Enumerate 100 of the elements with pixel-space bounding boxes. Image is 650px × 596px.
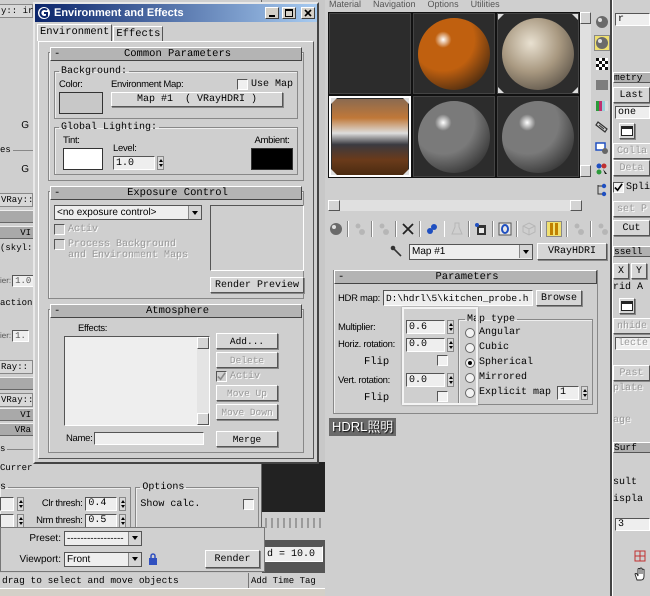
rollout-header[interactable]: - Exposure Control	[50, 186, 302, 200]
rollout-button[interactable]: VRay::	[0, 193, 33, 207]
label: Viewport:	[19, 554, 61, 565]
toolbar-button[interactable]	[594, 140, 610, 156]
number-field[interactable]	[0, 514, 14, 528]
environment-map-button[interactable]: Map #1 ( VRayHDRI )	[111, 92, 283, 107]
number-field[interactable]: 0.0	[406, 373, 446, 388]
name-field[interactable]	[94, 432, 204, 445]
radio-button[interactable]	[465, 372, 475, 382]
rollout-header[interactable]: - Parameters	[334, 270, 597, 284]
checkbox[interactable]	[236, 79, 248, 90]
spinner-button[interactable]	[581, 386, 588, 400]
exposure-dropdown[interactable]: <no exposure control>	[54, 205, 202, 220]
command-button[interactable]: Last	[613, 87, 650, 103]
hdr-path-field[interactable]: D:\hdrl\5\kitchen_probe.h	[382, 290, 533, 306]
spinner-button[interactable]	[447, 320, 454, 334]
spinner-button[interactable]	[157, 156, 164, 170]
number-field[interactable]: 0.4	[85, 496, 118, 510]
tab[interactable]: Effects	[113, 26, 164, 41]
sample-slot[interactable]	[497, 13, 579, 94]
tab[interactable]: Environment	[37, 24, 112, 41]
rollout-header[interactable]: Surf	[613, 442, 650, 453]
number-field[interactable]: 0.5	[85, 514, 118, 528]
scrollbar[interactable]	[197, 337, 209, 425]
command-button[interactable]: Cut	[613, 220, 650, 236]
toolbar-button[interactable]	[594, 56, 610, 72]
number-field[interactable]: 1.	[12, 330, 29, 342]
spinner-button[interactable]	[119, 514, 126, 528]
radio-button[interactable]	[465, 342, 475, 352]
color-swatch[interactable]	[63, 148, 103, 170]
map-type-button[interactable]: VRayHDRI	[537, 243, 607, 260]
toolbar-button[interactable]	[474, 221, 488, 237]
number-field[interactable]: 0.0	[406, 338, 446, 352]
scrollbar[interactable]	[328, 200, 582, 211]
spinner-button[interactable]	[17, 496, 24, 510]
spinner-button[interactable]	[17, 514, 24, 528]
maximize-button[interactable]	[282, 7, 296, 19]
label: Currer	[0, 463, 32, 473]
axis-button[interactable]: X	[613, 263, 629, 279]
toolbar-button[interactable]	[401, 221, 416, 237]
radio-button[interactable]	[465, 358, 475, 368]
effect-button[interactable]: Merge	[216, 431, 278, 447]
text-field[interactable]: one	[615, 106, 650, 119]
scrollbar[interactable]	[580, 12, 591, 177]
group-label: s	[0, 444, 6, 454]
radio-button[interactable]	[465, 388, 475, 398]
collapse-toggle[interactable]: -	[51, 187, 68, 199]
number-field[interactable]	[0, 496, 14, 510]
number-field[interactable]: 0.6	[406, 320, 446, 334]
spinner-button[interactable]	[447, 373, 454, 388]
toolbar-button[interactable]	[498, 221, 512, 237]
checkbox[interactable]	[613, 182, 624, 193]
label: rid A	[613, 282, 644, 293]
rollout-button[interactable]: VRay::	[0, 393, 33, 407]
number-field[interactable]: 1.0	[113, 156, 155, 170]
viewport-dropdown[interactable]: Front	[64, 552, 142, 567]
collapse-toggle[interactable]: -	[51, 305, 68, 317]
checkbox[interactable]	[437, 390, 448, 402]
map-name-dropdown[interactable]: Map #1	[409, 244, 533, 260]
checkbox[interactable]	[243, 499, 254, 510]
rollout-header[interactable]: - Atmosphere	[50, 304, 302, 318]
color-bars-icon	[595, 99, 609, 113]
text-field[interactable]: r	[615, 13, 650, 26]
number-field[interactable]: 1.0	[12, 274, 33, 286]
rollout-button[interactable]: y:: ir	[0, 4, 33, 18]
rollout-header[interactable]: VRa	[0, 423, 33, 436]
render-button[interactable]: Render	[205, 550, 260, 568]
checkbox[interactable]	[437, 355, 448, 366]
render-preview-button[interactable]: Render Preview	[210, 277, 304, 293]
menu-item[interactable]: Navigation	[373, 0, 416, 10]
color-swatch[interactable]	[59, 92, 103, 114]
effect-button[interactable]: Add...	[216, 333, 278, 349]
spinner-button[interactable]	[119, 496, 126, 510]
rollout-header[interactable]: metry	[613, 72, 650, 83]
rollout-header[interactable]	[0, 377, 33, 390]
number-field[interactable]: 1	[557, 386, 579, 400]
rollout-header[interactable]	[0, 210, 33, 223]
color-swatch[interactable]	[251, 148, 293, 170]
minimize-button[interactable]	[265, 7, 279, 19]
label: Nrm thresh:	[36, 515, 82, 526]
menu-item[interactable]: Material	[329, 0, 362, 10]
browse-button[interactable]: Browse	[536, 290, 582, 306]
axis-button[interactable]: Y	[631, 263, 647, 279]
close-button[interactable]	[301, 7, 315, 19]
add-time-tag-button[interactable]: Add Time Tag	[248, 573, 326, 588]
menu-item[interactable]: Options	[428, 0, 459, 10]
collapse-toggle[interactable]: -	[51, 48, 68, 60]
rollout-header[interactable]: ssell	[613, 246, 650, 257]
text-field[interactable]: 3	[615, 518, 650, 531]
preset-dropdown[interactable]: -----------------	[64, 530, 142, 546]
menu-item[interactable]: Utilities	[470, 0, 500, 10]
rollout-header[interactable]: VI	[0, 226, 33, 239]
collapse-toggle[interactable]: -	[335, 271, 352, 283]
rollout-header[interactable]: - Common Parameters	[50, 47, 302, 61]
rollout-button[interactable]: Ray::	[0, 360, 33, 374]
label: (skyl:	[0, 243, 32, 253]
spinner-button[interactable]	[447, 338, 454, 352]
radio-button[interactable]	[465, 328, 475, 338]
rollout-header[interactable]: VI	[0, 408, 33, 421]
effects-list[interactable]	[64, 336, 210, 426]
